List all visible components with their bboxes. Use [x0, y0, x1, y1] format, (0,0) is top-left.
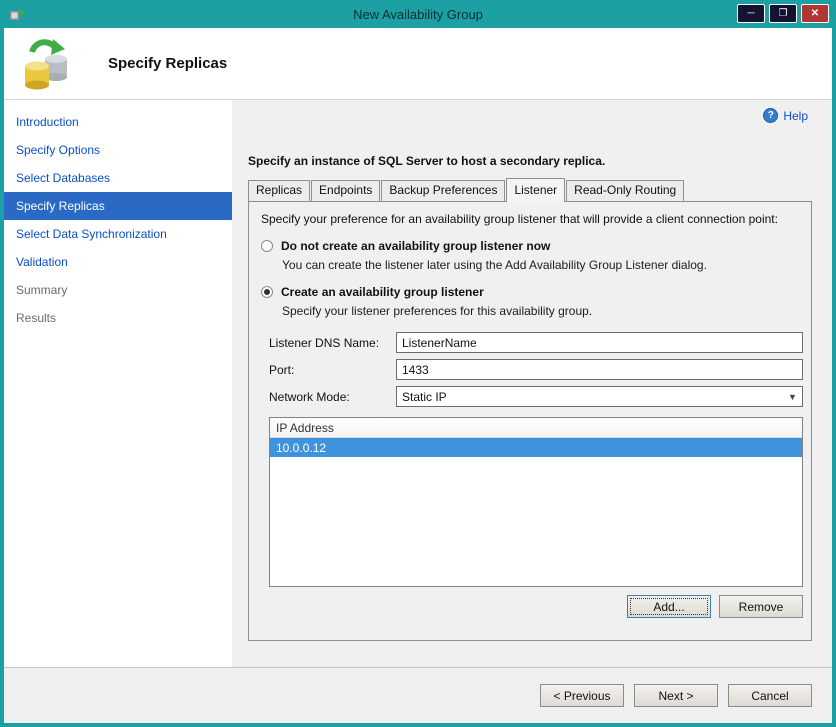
- sidebar-item-validation[interactable]: Validation: [4, 248, 232, 276]
- radio-no-listener-description: You can create the listener later using …: [282, 258, 707, 272]
- page-title: Specify Replicas: [108, 55, 228, 72]
- radio-no-listener-circle[interactable]: [261, 240, 273, 252]
- maximize-button[interactable]: ❐: [769, 4, 797, 23]
- title-bar[interactable]: New Availability Group ─ ❐ ✕: [0, 0, 836, 28]
- network-mode-label: Network Mode:: [269, 389, 350, 404]
- sidebar-item-specify-replicas[interactable]: Specify Replicas: [4, 192, 232, 220]
- dns-name-input[interactable]: [396, 332, 803, 353]
- radio-no-listener-label: Do not create an availability group list…: [281, 239, 551, 253]
- ip-address-column-header[interactable]: IP Address: [270, 418, 802, 438]
- cancel-button[interactable]: Cancel: [728, 684, 812, 707]
- tab-read-only-routing[interactable]: Read-Only Routing: [566, 180, 685, 201]
- port-input[interactable]: [396, 359, 803, 380]
- listener-intro-text: Specify your preference for an availabil…: [261, 212, 778, 226]
- sidebar-item-results: Results: [16, 311, 57, 325]
- next-button[interactable]: Next >: [634, 684, 718, 707]
- instruction-text: Specify an instance of SQL Server to hos…: [248, 154, 606, 168]
- sidebar-item-select-data-synchronization[interactable]: Select Data Synchronization: [4, 220, 232, 248]
- listener-tab-panel: Specify your preference for an availabil…: [248, 201, 812, 641]
- ip-address-row[interactable]: 10.0.0.12: [270, 438, 802, 457]
- new-availability-group-window: New Availability Group ─ ❐ ✕ Specify Rep…: [0, 0, 836, 727]
- dialog-frame: Specify Replicas Introduction Specify Op…: [4, 28, 832, 723]
- radio-create-listener-label: Create an availability group listener: [281, 285, 484, 299]
- content-area: Introduction Specify Options Select Data…: [4, 100, 832, 667]
- radio-create-listener-circle[interactable]: [261, 286, 273, 298]
- window-controls: ─ ❐ ✕: [737, 4, 829, 23]
- port-label: Port:: [269, 362, 295, 377]
- network-mode-row: Network Mode: Static IP ▼: [269, 386, 803, 407]
- ip-list-buttons: Add... Remove: [261, 595, 803, 618]
- wizard-header: Specify Replicas: [4, 28, 832, 100]
- window-title: New Availability Group: [353, 6, 483, 22]
- sidebar-item-introduction[interactable]: Introduction: [4, 108, 232, 136]
- sidebar-item-select-databases[interactable]: Select Databases: [4, 164, 232, 192]
- add-button[interactable]: Add...: [627, 595, 711, 618]
- tab-listener[interactable]: Listener: [506, 178, 566, 202]
- network-mode-value: Static IP: [402, 389, 447, 404]
- radio-no-listener[interactable]: Do not create an availability group list…: [261, 239, 803, 253]
- wizard-sidebar: Introduction Specify Options Select Data…: [4, 100, 232, 667]
- tab-replicas[interactable]: Replicas: [248, 180, 311, 201]
- previous-button[interactable]: < Previous: [540, 684, 624, 707]
- radio-create-listener[interactable]: Create an availability group listener: [261, 285, 803, 299]
- close-button[interactable]: ✕: [801, 4, 829, 23]
- listener-form: Listener DNS Name: Port: Network Mode: S…: [269, 332, 803, 407]
- port-row: Port:: [269, 359, 803, 380]
- help-label: Help: [783, 108, 808, 123]
- help-link[interactable]: ? Help: [763, 108, 808, 123]
- wizard-footer: < Previous Next > Cancel: [4, 667, 832, 723]
- remove-button[interactable]: Remove: [719, 595, 803, 618]
- help-icon: ?: [763, 108, 779, 123]
- network-mode-select[interactable]: Static IP ▼: [396, 386, 803, 407]
- ip-address-list[interactable]: IP Address 10.0.0.12: [269, 417, 803, 587]
- main-pane: ? Help Specify an instance of SQL Server…: [232, 100, 832, 667]
- tab-endpoints[interactable]: Endpoints: [311, 180, 381, 201]
- minimize-button[interactable]: ─: [737, 4, 765, 23]
- front-cylinder: [25, 61, 49, 89]
- radio-create-listener-description: Specify your listener preferences for th…: [282, 304, 593, 318]
- availability-group-icon: [25, 38, 67, 89]
- tab-strip: Replicas Endpoints Backup Preferences Li…: [248, 178, 812, 202]
- chevron-down-icon: ▼: [788, 391, 797, 402]
- dns-name-row: Listener DNS Name:: [269, 332, 803, 353]
- dns-name-label: Listener DNS Name:: [269, 335, 380, 350]
- sidebar-item-summary: Summary: [16, 283, 68, 297]
- sidebar-item-specify-options[interactable]: Specify Options: [4, 136, 232, 164]
- tab-backup-preferences[interactable]: Backup Preferences: [381, 180, 506, 201]
